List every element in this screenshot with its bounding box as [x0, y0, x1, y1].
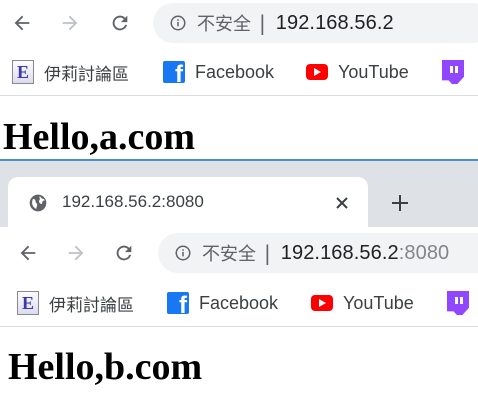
bookmark-label: YouTube [343, 292, 414, 313]
url-text[interactable]: 192.168.56.2:8080 [281, 242, 450, 265]
bookmarks-bar-2: E 伊莉討論區 f Facebook YouTube [0, 279, 478, 327]
omnibox-separator: | [264, 241, 271, 265]
bookmark-twitch[interactable] [447, 291, 469, 315]
reload-icon [116, 245, 132, 261]
back-button[interactable] [12, 237, 44, 269]
forward-button[interactable] [60, 237, 92, 269]
bookmark-label: 伊莉討論區 [44, 64, 129, 85]
twitch-icon [447, 291, 469, 315]
bookmark-youtube[interactable]: YouTube [306, 60, 409, 84]
browser-toolbar-1: 不安全 | 192.168.56.2 [0, 0, 478, 48]
bookmark-label: YouTube [338, 61, 409, 82]
tab-title: 192.168.56.2:8080 [62, 192, 204, 211]
bookmarks-bar-1: E 伊莉討論區 f Facebook YouTube [0, 48, 478, 96]
reload-button[interactable] [108, 237, 140, 269]
eyny-icon: E [17, 291, 39, 315]
omnibox-separator: | [259, 11, 266, 35]
bookmark-label: Facebook [195, 61, 275, 82]
forward-arrow-icon [62, 15, 78, 31]
back-arrow-icon [20, 245, 36, 261]
page-heading-b: Hello,b.com [8, 346, 203, 388]
bookmark-twitch[interactable] [442, 60, 464, 84]
browser-window-2: 192.168.56.2:8080 不安全 | 192.168.56.2:808… [0, 159, 478, 419]
bookmark-youtube[interactable]: YouTube [311, 291, 414, 315]
forward-arrow-icon [68, 245, 84, 261]
facebook-icon: f [167, 292, 189, 314]
bookmark-facebook[interactable]: f Facebook [163, 60, 274, 84]
back-arrow-icon [14, 15, 30, 31]
bookmark-eyny[interactable]: E 伊莉討論區 [12, 60, 129, 85]
eyny-icon: E [12, 60, 34, 84]
url-host: 192.168.56.2 [280, 241, 399, 264]
reload-icon [112, 15, 128, 31]
address-bar[interactable]: 不安全 | 192.168.56.2 [153, 3, 478, 43]
security-label[interactable]: 不安全 [202, 240, 256, 266]
twitch-icon [442, 60, 464, 84]
youtube-icon [311, 295, 333, 311]
bookmark-facebook[interactable]: f Facebook [167, 291, 278, 315]
tab-close-button[interactable] [330, 191, 354, 215]
youtube-icon [306, 64, 328, 80]
tab-strip: 192.168.56.2:8080 [0, 159, 478, 229]
globe-icon [29, 194, 47, 212]
back-button[interactable] [6, 7, 38, 39]
browser-tab[interactable]: 192.168.56.2:8080 [8, 177, 368, 229]
address-bar[interactable]: 不安全 | 192.168.56.2:8080 [158, 233, 478, 273]
facebook-icon: f [163, 61, 185, 83]
close-icon [336, 197, 348, 209]
browser-toolbar-2: 不安全 | 192.168.56.2:8080 [0, 227, 478, 279]
bookmark-label: 伊莉討論區 [49, 295, 134, 316]
forward-button[interactable] [54, 7, 86, 39]
security-label[interactable]: 不安全 [197, 10, 251, 36]
url-port: :8080 [398, 241, 450, 264]
url-text[interactable]: 192.168.56.2 [276, 12, 394, 35]
bookmark-label: Facebook [199, 292, 279, 313]
reload-button[interactable] [104, 7, 136, 39]
new-tab-button[interactable] [386, 189, 414, 217]
info-icon[interactable] [169, 14, 187, 32]
plus-icon [392, 195, 408, 211]
info-icon[interactable] [174, 244, 192, 262]
page-heading-a: Hello,a.com [3, 116, 196, 158]
bookmark-eyny[interactable]: E 伊莉討論區 [17, 291, 134, 316]
